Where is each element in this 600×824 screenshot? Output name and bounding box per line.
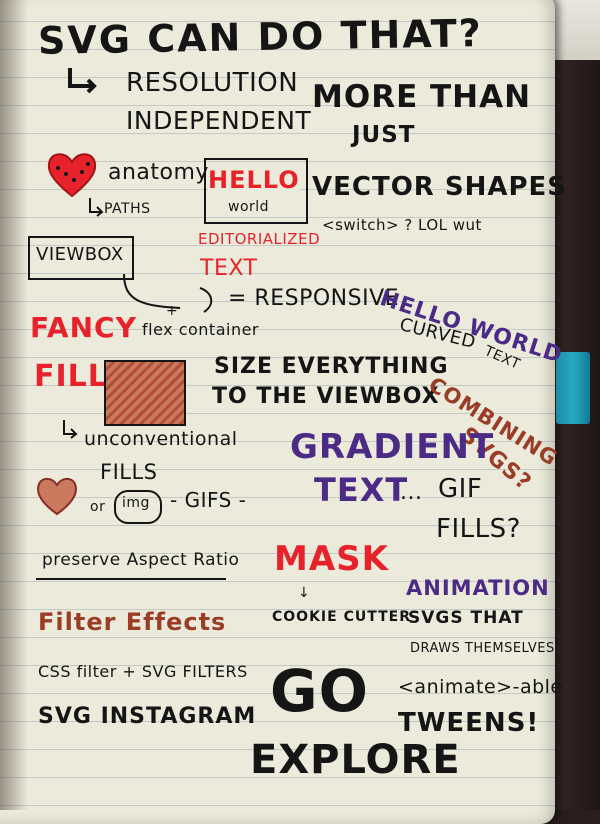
arrow-icon (68, 68, 97, 94)
note-go: GO (270, 657, 369, 725)
note-hello: HELLO (208, 166, 300, 194)
note-size-everything: SIZE EVERYTHING (214, 354, 449, 379)
note-filter-effects: Filter Effects (38, 608, 227, 636)
page-shadow (0, 0, 28, 810)
note-world: world (228, 199, 270, 215)
bookmark-ribbon (556, 352, 590, 424)
note-css-filter: CSS filter + SVG FILTERS (38, 662, 248, 681)
note-fills3: FILLS? (436, 514, 521, 544)
underline (36, 578, 226, 580)
note-explore: EXPLORE (250, 737, 461, 783)
note-switch: <switch> ? LOL wut (322, 216, 482, 234)
note-svg-instagram: SVG INSTAGRAM (38, 704, 257, 729)
note-plus: + (166, 303, 179, 319)
note-svgs-that: SVGS THAT (408, 608, 524, 628)
note-preserve: preserve Aspect Ratio (42, 550, 240, 570)
arrow-icon (89, 198, 104, 217)
note-fancy: FANCY (30, 311, 137, 344)
note-more-than: MORE THAN (312, 79, 532, 115)
arrow-icon (63, 420, 78, 439)
page-title: SVG CAN DO THAT? (37, 11, 484, 63)
note-or: or (90, 499, 106, 515)
note-paths: PATHS (104, 201, 151, 217)
note-animation: ANIMATION (406, 576, 550, 600)
note-to-the-viewbox: TO THE VIEWBOX (212, 384, 440, 409)
note-animate-able: <animate>-able (398, 676, 563, 698)
note-viewbox: VIEWBOX (36, 244, 124, 265)
note-unconventional: unconventional (84, 428, 238, 450)
note-mask: MASK (274, 539, 389, 579)
note-anatomy: anatomy (108, 160, 209, 185)
note-ellipsis: ... (400, 480, 423, 505)
note-gifs: - GIFS - (170, 488, 247, 512)
note-gradient: GRADIENT (290, 427, 495, 467)
hatched-fill-box (104, 360, 186, 426)
note-fills2: FILLS (100, 460, 158, 484)
note-text: TEXT (200, 256, 258, 281)
arrow-down: ↓ (298, 585, 311, 601)
note-just: JUST (352, 122, 416, 148)
note-img: img (122, 495, 150, 511)
heart-icon (37, 477, 77, 516)
note-draws-themselves: DRAWS THEMSELVES (410, 641, 555, 656)
note-responsive: = RESPONSIVE (228, 286, 400, 311)
note-independent: INDEPENDENT (126, 106, 312, 135)
note-editorialized: EDITORIALIZED (198, 230, 321, 248)
note-gif: GIF (438, 474, 483, 504)
note-flex-container: flex container (142, 320, 260, 339)
note-tweens: TWEENS! (398, 708, 540, 738)
note-gradient-text: TEXT (314, 471, 409, 509)
note-resolution: RESOLUTION (126, 68, 299, 98)
note-cookie-cutter: COOKIE CUTTER (272, 609, 411, 625)
note-vector-shapes: VECTOR SHAPES (312, 172, 568, 202)
heart-icon (47, 153, 97, 198)
